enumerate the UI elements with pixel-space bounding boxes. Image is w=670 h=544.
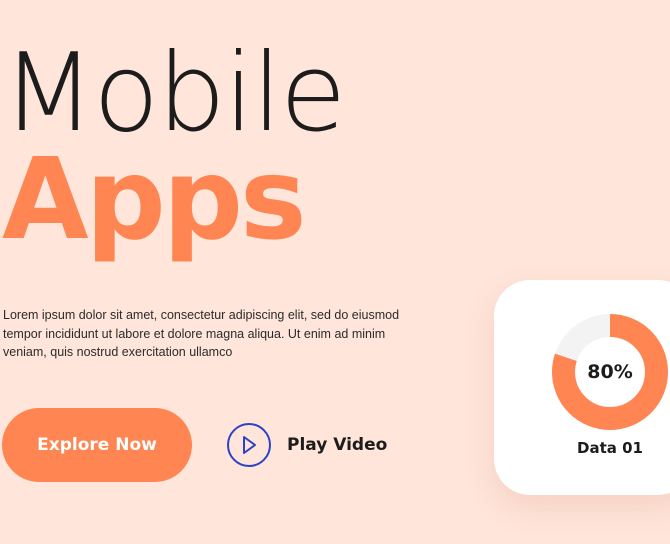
explore-now-button[interactable]: Explore Now (2, 408, 192, 482)
hero-title-line1: Mobile (2, 31, 346, 156)
data-card: 80% Data 01 (494, 280, 670, 495)
play-icon[interactable] (227, 423, 271, 467)
play-video-button[interactable]: Play Video (227, 421, 387, 469)
hero-title-line2: Apps (2, 135, 307, 265)
data-card-label: Data 01 (577, 439, 643, 457)
play-video-label: Play Video (287, 435, 388, 455)
donut-percent: 80% (587, 361, 633, 383)
hero-description: Lorem ipsum dolor sit amet, consectetur … (3, 308, 400, 359)
